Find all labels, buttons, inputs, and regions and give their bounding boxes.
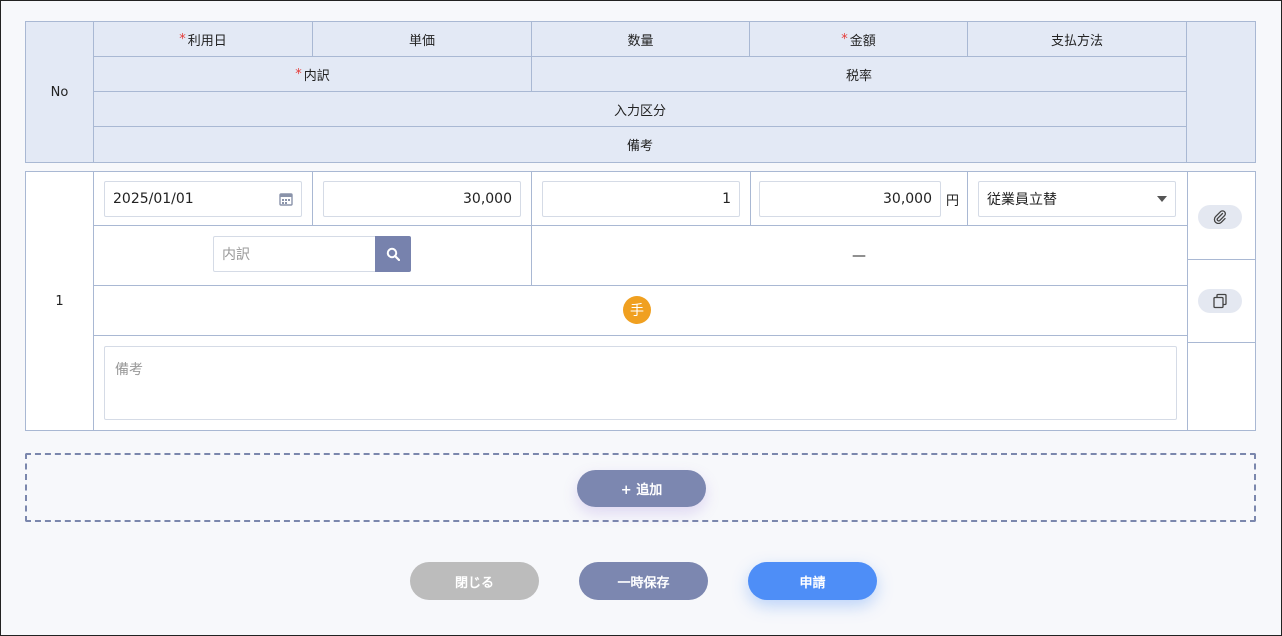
header-no: No: [26, 22, 94, 162]
caret-down-icon: [1157, 196, 1167, 202]
required-mark: *: [295, 66, 302, 82]
add-row-label: + 追加: [620, 483, 663, 498]
detail-table-header: No * 利用日 単価 数量 * 金額 支払方法 * 内訳 税率 入力区分 備考: [25, 21, 1256, 163]
quantity-value: 1: [722, 191, 731, 207]
header-breakdown-label: 内訳: [303, 68, 330, 84]
search-icon: [386, 247, 400, 261]
header-breakdown: * 内訳: [94, 57, 532, 92]
header-remarks: 備考: [94, 127, 1187, 162]
header-unit-price: 単価: [313, 22, 532, 57]
remarks-placeholder: 備考: [115, 362, 143, 378]
temp-save-label: 一時保存: [617, 575, 670, 591]
header-remarks-label: 備考: [626, 139, 653, 154]
calendar-icon[interactable]: [279, 192, 293, 206]
row-number: 1: [26, 172, 93, 430]
breakdown-input[interactable]: 内訳: [213, 236, 376, 272]
close-button[interactable]: 閉じる: [410, 562, 539, 600]
close-label: 閉じる: [454, 575, 494, 591]
header-unit-price-label: 単価: [408, 33, 435, 49]
header-amount-label: 金額: [849, 33, 876, 49]
payment-method-value: 従業員立替: [987, 192, 1057, 208]
header-input-category: 入力区分: [94, 92, 1187, 127]
payment-method-select[interactable]: 従業員立替: [978, 181, 1176, 217]
row-number-label: 1: [55, 293, 64, 309]
header-payment-method: 支払方法: [968, 22, 1187, 57]
header-use-date-label: 利用日: [187, 33, 227, 49]
unit-price-input[interactable]: 30,000: [323, 181, 521, 217]
use-date-input[interactable]: 2025/01/01: [104, 181, 302, 217]
temp-save-button[interactable]: 一時保存: [579, 562, 708, 600]
header-input-category-label: 入力区分: [613, 103, 666, 119]
header-no-label: No: [50, 84, 69, 100]
breakdown-placeholder: 内訳: [222, 247, 250, 263]
quantity-input[interactable]: 1: [542, 181, 740, 217]
detail-row: 1 2025/01/01 30,000 1 30,000 円 従業員立替 内訳 …: [25, 171, 1256, 431]
copy-icon: [1212, 293, 1228, 309]
use-date-value: 2025/01/01: [113, 191, 194, 207]
tax-rate-cell: —: [531, 226, 1187, 285]
paperclip-icon: [1213, 210, 1227, 224]
header-amount: * 金額: [750, 22, 968, 57]
header-payment-method-label: 支払方法: [1050, 33, 1103, 49]
header-use-date: * 利用日: [94, 22, 313, 57]
copy-row-button[interactable]: [1198, 289, 1242, 313]
remarks-textarea[interactable]: 備考: [104, 346, 1177, 420]
manual-input-badge-label: 手: [630, 303, 644, 319]
required-mark: *: [841, 31, 848, 47]
breakdown-search-button[interactable]: [375, 236, 411, 272]
amount-value: 30,000: [883, 191, 932, 207]
header-tax-rate: 税率: [532, 57, 1187, 92]
add-row-area: + 追加: [25, 453, 1256, 522]
submit-label: 申請: [799, 575, 826, 591]
submit-button[interactable]: 申請: [748, 562, 877, 600]
header-quantity-label: 数量: [627, 33, 654, 49]
amount-input[interactable]: 30,000: [759, 181, 941, 217]
header-tax-rate-label: 税率: [845, 68, 872, 84]
amount-unit: 円: [946, 194, 960, 209]
attach-button[interactable]: [1198, 205, 1242, 229]
header-quantity: 数量: [532, 22, 750, 57]
tax-rate-value: —: [852, 247, 866, 264]
add-row-button[interactable]: + 追加: [577, 470, 706, 507]
manual-input-badge: 手: [623, 296, 651, 324]
required-mark: *: [179, 31, 186, 47]
unit-price-value: 30,000: [463, 191, 512, 207]
